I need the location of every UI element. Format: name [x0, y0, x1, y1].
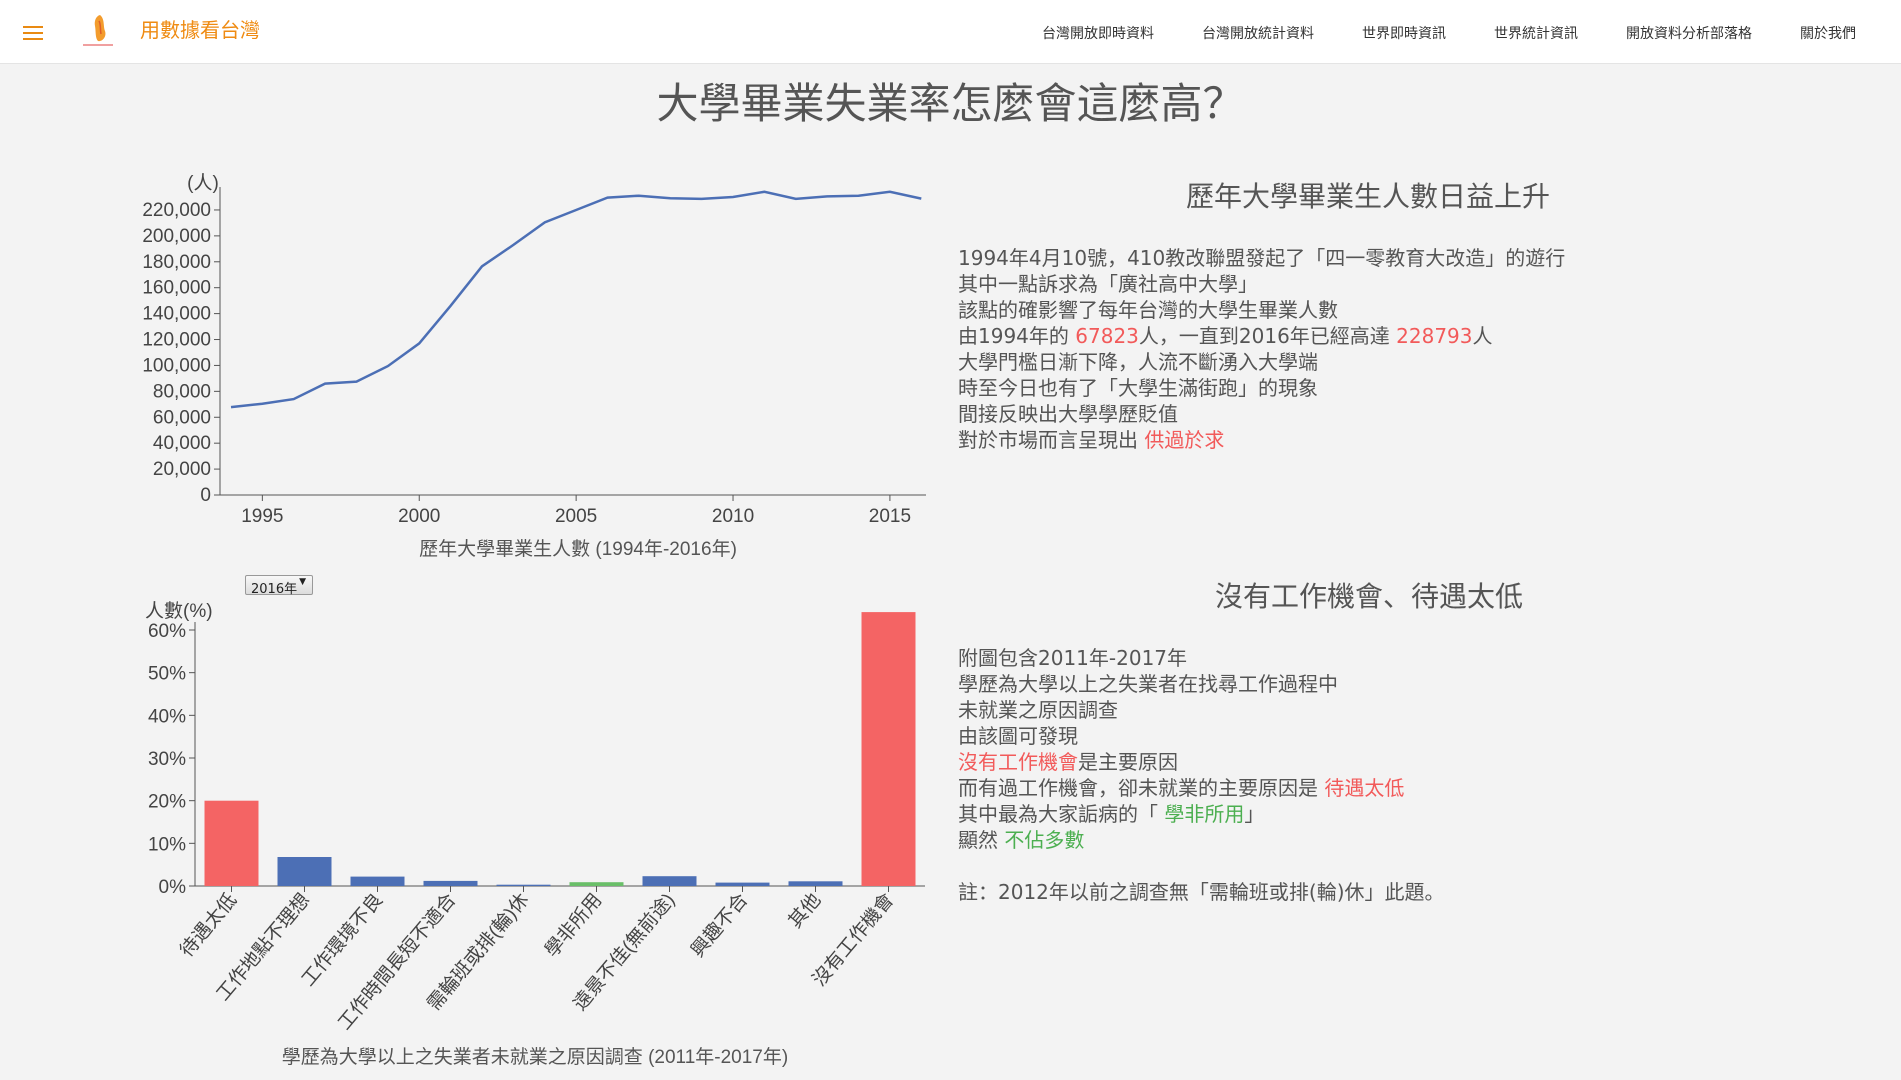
s2-note-line: 註：2012年以前之調查無「需輪班或排(輪)休」此題。 [958, 880, 1445, 904]
page-title: 大學畢業失業率怎麼會這麼高？ [656, 79, 1245, 128]
s2-line-6-pre: 而有過工作機會，卻未就業的主要原因是 [958, 776, 1325, 800]
site-title[interactable]: 用數據看台灣 [140, 14, 260, 43]
s2-line-7-pre: 其中最為大家詬病的「 [958, 802, 1165, 826]
dropdown-arrow-icon: ▼ [299, 577, 306, 587]
line-chart-y-tick-label: 140,000 [142, 304, 211, 325]
line-chart-y-tick-label: 160,000 [142, 278, 211, 299]
line-chart-y-tick-label: 80,000 [153, 381, 211, 402]
line-chart-y-tick-label: 200,000 [142, 226, 211, 247]
oversupply-highlight: 供過於求 [1144, 428, 1225, 452]
s2-line-2: 學歷為大學以上之失業者在找尋工作過程中 [958, 672, 1338, 696]
line-chart-x-tick-label: 2015 [869, 506, 911, 527]
section2-paragraph: 附圖包含2011年-2017年 學歷為大學以上之失業者在找尋工作過程中 未就業之… [958, 645, 1445, 905]
line-chart-y-tick-label: 40,000 [153, 433, 211, 454]
nav-taiwan-realtime-data[interactable]: 台灣開放即時資料 [1042, 23, 1154, 43]
bar-chart-y-tick-label: 10% [148, 834, 186, 855]
s1-line-4: 由1994年的 67823人，一直到2016年已經高達 228793人 [958, 323, 1565, 349]
line-chart-x-tick-label: 2005 [555, 506, 597, 527]
graduates-1994-value: 67823 [1075, 324, 1139, 348]
major-mismatch-highlight: 學非所用 [1164, 802, 1245, 826]
bar-chart-title: 學歷為大學以上之失業者未就業之原因調查 (2011年-2017年) [282, 1046, 788, 1068]
bar-5 [496, 884, 551, 886]
graduates-2016-value: 228793 [1396, 324, 1473, 348]
bar-9 [788, 881, 843, 886]
bar-2 [277, 857, 332, 886]
s2-line-3: 未就業之原因調查 [958, 698, 1118, 722]
section1-paragraph: 1994年4月10號，410教改聯盟發起了「四一零教育大改造」的遊行 其中一點訴… [958, 245, 1565, 453]
bar-chart-category-label: 學非所用 [541, 889, 607, 961]
line-chart-y-tick-label: 180,000 [142, 252, 211, 273]
top-navbar: 用數據看台灣 台灣開放即時資料 台灣開放統計資料 世界即時資訊 世界統計資訊 開… [0, 0, 1901, 64]
bar-chart-y-tick-label: 30% [148, 749, 186, 770]
bar-chart-y-tick-label: 50% [148, 664, 186, 685]
bar-chart-y-tick-label: 0% [159, 877, 187, 898]
line-chart-y-tick-label: 20,000 [153, 459, 211, 480]
bar-chart-y-tick-label: 60% [148, 621, 186, 642]
nav-open-data-blog[interactable]: 開放資料分析部落格 [1626, 23, 1752, 43]
bar-chart-category-label: 其他 [784, 889, 825, 932]
low-pay-highlight: 待遇太低 [1324, 776, 1405, 800]
bar-chart-y-tick-label: 40% [148, 706, 186, 727]
s2-line-1: 附圖包含2011年-2017年 [958, 646, 1188, 670]
s1-line-4-mid: 人，一直到2016年已經高達 [1138, 324, 1397, 348]
section-title-no-jobs-low-pay: 沒有工作機會、待遇太低 [1215, 580, 1524, 613]
graduates-line-chart: 0 20,000 40,000 60,000 80,000 100,000 120,000 1… [142, 172, 926, 560]
s2-line-8: 顯然 不佔多數 [958, 827, 1445, 853]
line-chart-title: 歷年大學畢業生人數 (1994年-2016年) [419, 538, 737, 560]
line-chart-y-tick-label: 220,000 [142, 200, 211, 221]
s1-line-6: 時至今日也有了「大學生滿街跑」的現象 [958, 376, 1318, 400]
line-chart-x-tick-label: 2010 [712, 506, 754, 527]
bar-4 [423, 880, 478, 886]
s1-line-2: 其中一點訴求為「廣社高中大學」 [958, 272, 1258, 296]
not-majority-highlight: 不佔多數 [1004, 828, 1085, 852]
nav-world-realtime-info[interactable]: 世界即時資訊 [1362, 23, 1446, 43]
nav-about-us[interactable]: 關於我們 [1800, 23, 1856, 43]
bar-10 [861, 612, 916, 886]
s1-line-4-pre: 由1994年的 [958, 324, 1076, 348]
nav-world-statistics-info[interactable]: 世界統計資訊 [1494, 23, 1578, 43]
s2-line-6: 而有過工作機會，卻未就業的主要原因是 待遇太低 [958, 775, 1445, 801]
section-title-graduates-rising: 歷年大學畢業生人數日益上升 [1186, 180, 1551, 213]
no-job-opportunity-highlight: 沒有工作機會 [958, 750, 1078, 774]
hamburger-menu-icon[interactable] [23, 24, 45, 40]
s1-line-8: 對於市場而言呈現出 供過於求 [958, 427, 1565, 453]
line-chart-y-tick-label: 100,000 [142, 355, 211, 376]
line-chart-y-tick-label: 120,000 [142, 330, 211, 351]
s1-line-4-post: 人 [1472, 324, 1493, 348]
line-chart-y-tick-label: 0 [200, 485, 211, 506]
s2-line-4: 由該圖可發現 [958, 724, 1078, 748]
line-chart-x-tick-label: 2000 [398, 506, 440, 527]
s2-line-7: 其中最為大家詬病的「 學非所用」 [958, 801, 1445, 827]
line-chart-y-unit-label: (人) [187, 172, 219, 194]
bar-1 [204, 800, 259, 886]
s2-line-8-pre: 顯然 [958, 828, 1005, 852]
bar-8 [715, 882, 770, 886]
s1-line-8-pre: 對於市場而言呈現出 [958, 428, 1145, 452]
s1-line-7: 間接反映出大學學歷貶值 [958, 402, 1178, 426]
s1-line-1: 1994年4月10號，410教改聯盟發起了「四一零教育大改造」的遊行 [958, 246, 1566, 270]
nav-taiwan-statistics-data[interactable]: 台灣開放統計資料 [1202, 23, 1314, 43]
bar-chart-category-label: 興趣不合 [687, 889, 753, 961]
s2-line-5-post: 是主要原因 [1078, 750, 1178, 774]
bar-chart-y-tick-label: 20% [148, 792, 186, 813]
s1-line-5: 大學門檻日漸下降，人流不斷湧入大學端 [958, 350, 1318, 374]
s1-line-3: 該點的確影響了每年台灣的大學生畢業人數 [958, 298, 1338, 322]
unemployment-reasons-bar-chart: 0%10%20%30%40%50%60%人數(%)待遇太低工作地點不理想工作環境… [145, 600, 925, 1068]
line-chart-x-tick-label: 1995 [241, 506, 283, 527]
taiwan-logo-icon[interactable] [78, 10, 118, 50]
bar-6 [569, 882, 624, 886]
s2-line-7-post: 」 [1244, 802, 1265, 826]
graduates-series-line [230, 190, 922, 409]
bar-7 [642, 876, 697, 886]
bar-chart-category-label: 待遇太低 [176, 889, 242, 961]
line-chart-y-tick-label: 60,000 [153, 407, 211, 428]
bar-3 [350, 876, 405, 886]
s2-line-5: 沒有工作機會是主要原因 [958, 749, 1445, 775]
bar-chart-y-axis-label: 人數(%) [145, 600, 213, 622]
